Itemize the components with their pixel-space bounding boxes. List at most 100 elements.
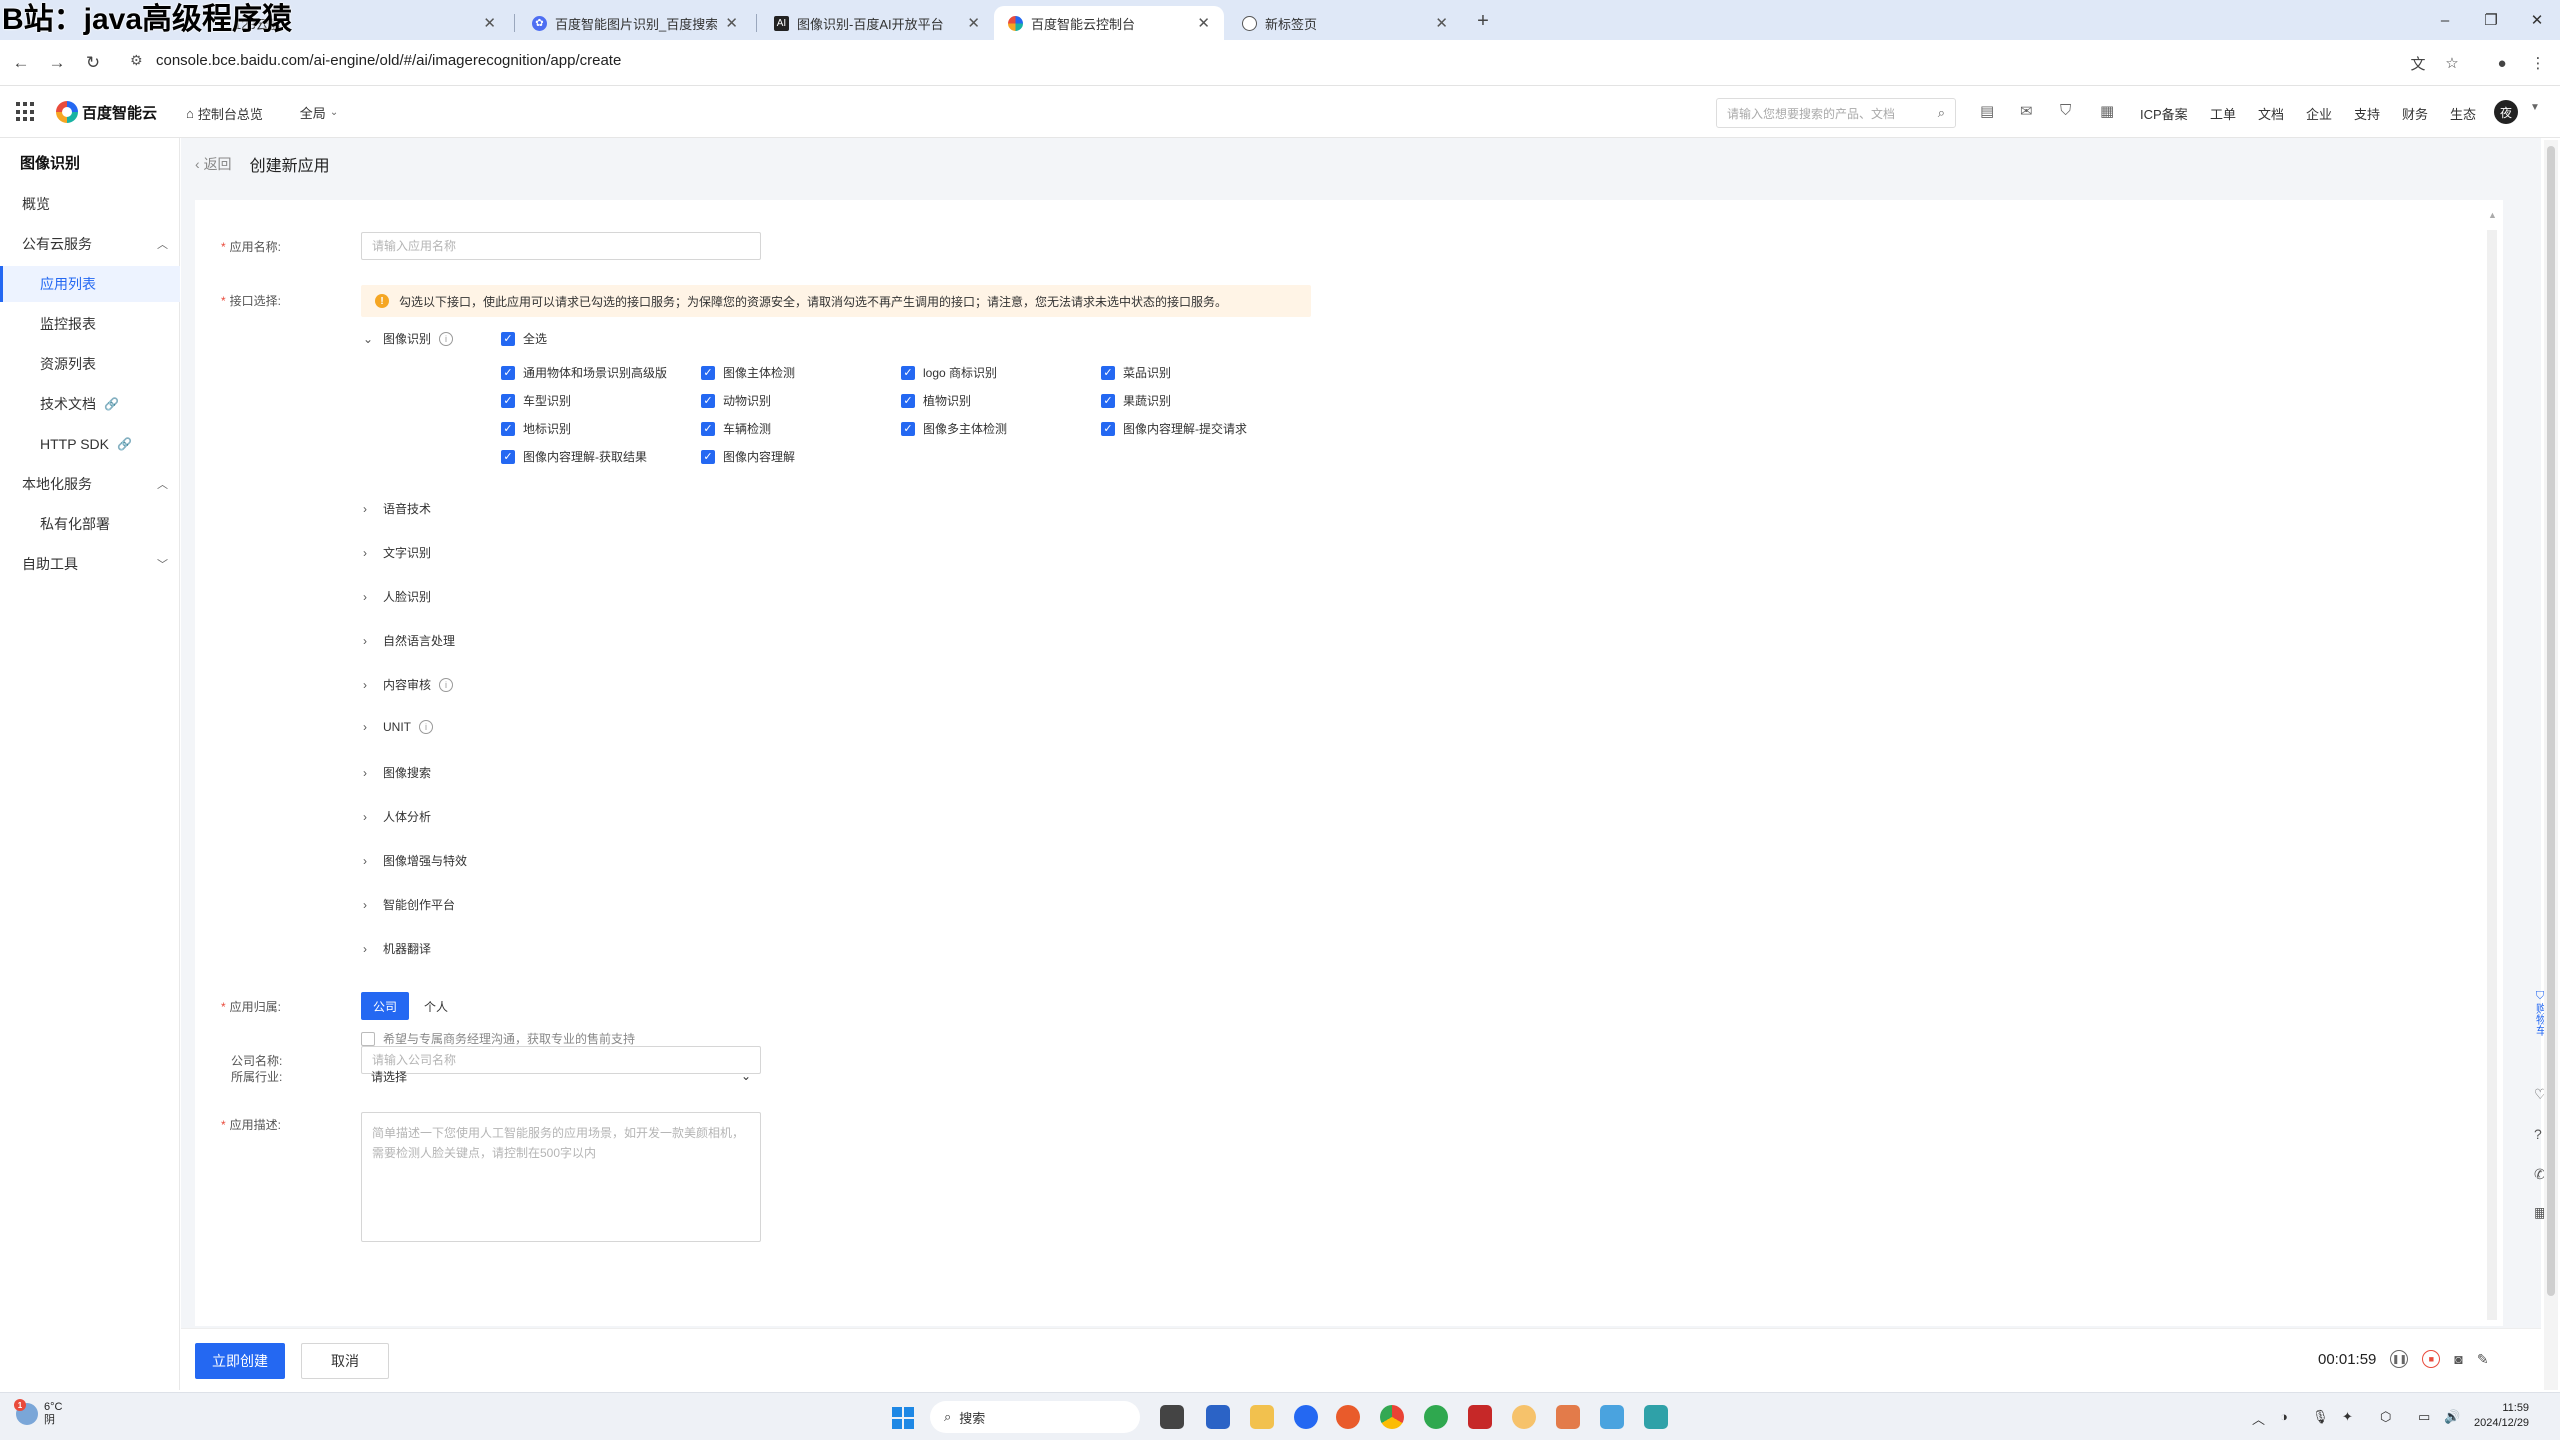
tray-app-icon[interactable]: ⬡ bbox=[2380, 1409, 2391, 1425]
sidebar-item-http-sdk[interactable]: HTTP SDK 🔗 bbox=[0, 426, 180, 462]
api-group-image-search[interactable]: › 图像搜索 bbox=[363, 764, 431, 781]
close-icon[interactable]: ✕ bbox=[1435, 14, 1448, 32]
taskbar-search[interactable]: ⌕ 搜索 bbox=[930, 1401, 1140, 1433]
url-text[interactable]: console.bce.baidu.com/ai-engine/old/#/ai… bbox=[156, 52, 621, 69]
back-link[interactable]: ‹ 返回 bbox=[195, 154, 232, 174]
info-icon[interactable]: i bbox=[439, 677, 454, 692]
search-icon[interactable]: ⌕ bbox=[1938, 105, 1945, 121]
scroll-up-icon[interactable]: ▲ bbox=[2488, 210, 2497, 220]
sidebar-group-local[interactable]: 本地化服务 ︿ bbox=[0, 466, 180, 502]
billing-icon[interactable]: ▦ bbox=[2100, 102, 2114, 120]
region-select[interactable]: 全局 ⌄ bbox=[292, 98, 346, 126]
camera-icon[interactable]: ◙ bbox=[2454, 1351, 2462, 1367]
page-scrollbar[interactable] bbox=[2544, 140, 2558, 1390]
tray-app-icon[interactable]: ◑ bbox=[2280, 1409, 2288, 1424]
close-icon[interactable]: ✕ bbox=[1197, 14, 1210, 32]
api-group-unit[interactable]: › UNIT i bbox=[363, 720, 433, 734]
tab-new-tab[interactable]: 新标签页 ✕ bbox=[1228, 6, 1462, 40]
api-checkbox[interactable]: ✓ 图像内容理解 bbox=[701, 448, 795, 465]
api-checkbox[interactable]: ✓ 图像内容理解-获取结果 bbox=[501, 448, 647, 465]
tab-bce-console[interactable]: 百度智能云控制台 ✕ bbox=[994, 6, 1224, 40]
scrollbar-thumb[interactable] bbox=[2547, 146, 2555, 1296]
nav-link-icp[interactable]: ICP备案 bbox=[2140, 104, 2188, 123]
cart-icon[interactable]: ⛉ bbox=[2060, 102, 2071, 119]
api-group-creation[interactable]: › 智能创作平台 bbox=[363, 896, 455, 913]
restore-button[interactable]: ❐ bbox=[2476, 8, 2506, 32]
api-checkbox[interactable]: ✓ 菜品识别 bbox=[1101, 364, 1171, 381]
api-group-image-enhance[interactable]: › 图像增强与特效 bbox=[363, 852, 467, 869]
firefox-icon[interactable] bbox=[1336, 1405, 1360, 1429]
api-checkbox[interactable]: ✓ 图像多主体检测 bbox=[901, 420, 1007, 437]
info-icon[interactable]: i bbox=[419, 720, 433, 734]
tab-baidu-search[interactable]: ✿ 百度智能图片识别_百度搜索 ✕ bbox=[518, 6, 752, 40]
chevron-down-icon[interactable]: ▼ bbox=[2530, 102, 2540, 113]
sidebar-item-resources[interactable]: 资源列表 bbox=[0, 346, 180, 382]
scrollbar-thumb[interactable] bbox=[2487, 230, 2497, 1320]
api-group-body-analysis[interactable]: › 人体分析 bbox=[363, 808, 431, 825]
monitor-icon[interactable]: ▤ bbox=[1980, 102, 1994, 120]
app-icon[interactable] bbox=[1512, 1405, 1536, 1429]
api-checkbox[interactable]: ✓ logo 商标识别 bbox=[901, 364, 997, 381]
app-name-input[interactable] bbox=[361, 232, 761, 260]
api-checkbox[interactable]: ✓ 动物识别 bbox=[701, 392, 771, 409]
message-icon[interactable]: ✉ bbox=[2020, 102, 2033, 120]
contact-manager-checkbox[interactable]: 希望与专属商务经理沟通，获取专业的售前支持 bbox=[361, 1030, 635, 1047]
select-all-checkbox[interactable]: ✓ 全选 bbox=[501, 330, 547, 347]
app-icon[interactable] bbox=[1468, 1405, 1492, 1429]
sidebar-item-overview[interactable]: 概览 bbox=[0, 186, 180, 222]
minimize-button[interactable]: – bbox=[2430, 8, 2460, 32]
tab-ai-platform[interactable]: AI 图像识别-百度AI开放平台 ✕ bbox=[760, 6, 994, 40]
system-clock[interactable]: 11:59 2024/12/29 bbox=[2474, 1401, 2529, 1431]
weather-widget[interactable]: 1 6°C 阴 bbox=[14, 1399, 62, 1427]
cancel-button[interactable]: 取消 bbox=[301, 1343, 389, 1379]
back-icon[interactable]: ← bbox=[8, 50, 34, 76]
app-icon[interactable] bbox=[1294, 1405, 1318, 1429]
app-icon[interactable] bbox=[1600, 1405, 1624, 1429]
avatar[interactable]: 夜 bbox=[2494, 100, 2518, 124]
console-home-link[interactable]: ⌂ 控制台总览 bbox=[186, 104, 263, 123]
api-checkbox[interactable]: ✓ 通用物体和场景识别高级版 bbox=[501, 364, 667, 381]
close-icon[interactable]: ✕ bbox=[967, 14, 980, 32]
volume-icon[interactable]: 🔊 bbox=[2444, 1409, 2460, 1425]
api-checkbox[interactable]: ✓ 图像主体检测 bbox=[701, 364, 795, 381]
api-checkbox[interactable]: ✓ 车辆检测 bbox=[701, 420, 771, 437]
translate-icon[interactable]: 文 bbox=[2406, 51, 2430, 75]
edge-icon[interactable] bbox=[1424, 1405, 1448, 1429]
sidebar-item-tech-docs[interactable]: 技术文档 🔗 bbox=[0, 386, 180, 422]
forward-icon[interactable]: → bbox=[44, 50, 70, 76]
brand-name[interactable]: 百度智能云 bbox=[82, 102, 157, 123]
industry-select[interactable]: 请选择 ⌄ bbox=[361, 1062, 761, 1090]
product-search-input[interactable]: 请输入您想要搜索的产品、文档 ⌕ bbox=[1716, 98, 1956, 128]
api-checkbox[interactable]: ✓ 果蔬识别 bbox=[1101, 392, 1171, 409]
sidebar-group-self-tools[interactable]: 自助工具 ﹀ bbox=[0, 546, 180, 582]
app-icon[interactable] bbox=[1556, 1405, 1580, 1429]
form-scrollbar[interactable]: ▲ bbox=[2487, 210, 2497, 1320]
pen-icon[interactable]: ✎ bbox=[2477, 1351, 2489, 1368]
sidebar-item-app-list[interactable]: 应用列表 bbox=[0, 266, 180, 302]
sidebar-item-monitor[interactable]: 监控报表 bbox=[0, 306, 180, 342]
api-checkbox[interactable]: ✓ 地标识别 bbox=[501, 420, 571, 437]
api-group-face[interactable]: › 人脸识别 bbox=[363, 588, 431, 605]
owner-personal-button[interactable]: 个人 bbox=[415, 992, 457, 1020]
tray-app-icon[interactable]: ✦ bbox=[2342, 1409, 2353, 1425]
owner-company-button[interactable]: 公司 bbox=[361, 992, 409, 1020]
network-icon[interactable]: ▭ bbox=[2418, 1409, 2430, 1425]
chrome-icon[interactable] bbox=[1380, 1405, 1404, 1429]
close-window-button[interactable]: ✕ bbox=[2522, 8, 2552, 32]
nav-link-docs[interactable]: 文档 bbox=[2258, 104, 2284, 123]
task-view-icon[interactable] bbox=[1160, 1405, 1184, 1429]
store-icon[interactable] bbox=[1206, 1405, 1230, 1429]
close-icon[interactable]: ✕ bbox=[483, 14, 496, 32]
info-icon[interactable]: i bbox=[439, 331, 454, 346]
api-checkbox[interactable]: ✓ 图像内容理解-提交请求 bbox=[1101, 420, 1247, 437]
api-group-content-audit[interactable]: › 内容审核 i bbox=[363, 676, 454, 693]
api-group-image-recognition[interactable]: ⌄ 图像识别 i bbox=[363, 330, 454, 347]
nav-link-ticket[interactable]: 工单 bbox=[2210, 104, 2236, 123]
sidebar-group-public-cloud[interactable]: 公有云服务 ︿ bbox=[0, 226, 180, 262]
chevron-up-icon[interactable]: ︿ bbox=[2252, 1409, 2265, 1428]
sidebar-item-private-deploy[interactable]: 私有化部署 bbox=[0, 506, 180, 542]
site-info-icon[interactable]: ⚙ bbox=[130, 52, 143, 69]
app-description-textarea[interactable] bbox=[361, 1112, 761, 1242]
api-group-translation[interactable]: › 机器翻译 bbox=[363, 940, 431, 957]
bookmark-star-icon[interactable]: ☆ bbox=[2440, 51, 2464, 75]
